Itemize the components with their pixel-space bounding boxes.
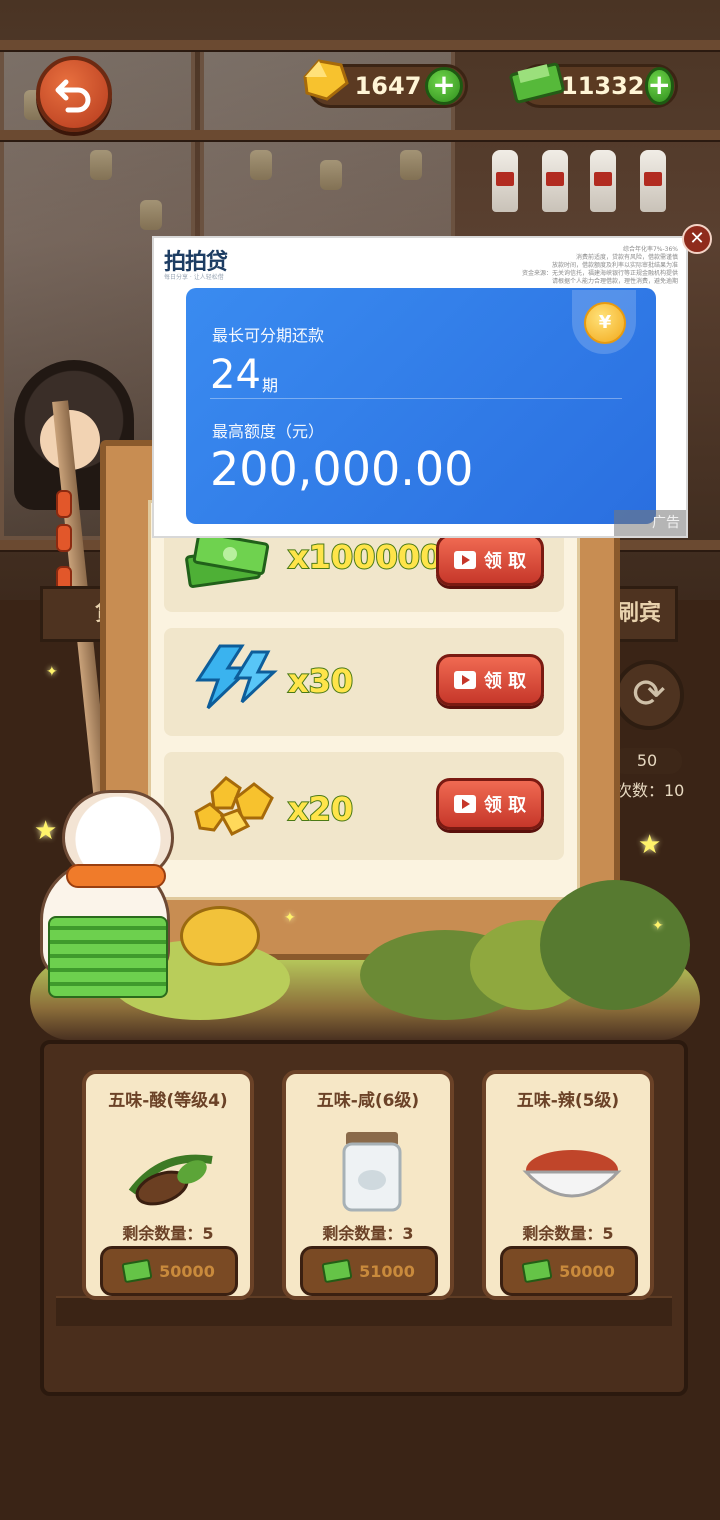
video-play-icon xyxy=(453,671,476,689)
lantern xyxy=(56,490,72,518)
side-times: 次数：10 xyxy=(616,781,685,800)
cash-stack-icon xyxy=(509,62,565,104)
ad-installments-unit: 期 xyxy=(262,376,279,395)
bottom-background xyxy=(0,1400,720,1520)
sparkle-icon: ★ xyxy=(34,816,58,846)
gold-nuggets-icon xyxy=(194,776,274,836)
video-play-icon xyxy=(453,551,476,569)
claim-button[interactable]: 领 取 xyxy=(436,654,544,706)
bush xyxy=(540,880,690,1010)
lightning-icon xyxy=(195,644,278,710)
cash-icon xyxy=(321,1258,353,1284)
reward-quantity: x100000 xyxy=(287,537,443,577)
ingredient-title: 五味-咸(6级) xyxy=(316,1091,420,1111)
ad-card[interactable]: ¥ 最长可分期还款 24 期 最高额度（元） 200,000.00 xyxy=(186,288,656,524)
ingredient-title: 五味-辣(5级) xyxy=(516,1091,620,1111)
price-label: 50000 xyxy=(159,1261,215,1281)
lucky-cat-collar xyxy=(66,864,166,888)
video-play-icon xyxy=(453,795,476,813)
side-count-value: 50 xyxy=(636,751,658,770)
claim-label: 领 取 xyxy=(483,671,527,692)
jar xyxy=(320,160,342,190)
gold-gem-icon xyxy=(303,59,349,101)
buy-button[interactable]: 50000 xyxy=(100,1246,238,1296)
ingredient-card[interactable]: 五味-辣(5级) 剩余数量：5 50000 xyxy=(482,1070,654,1300)
ad-disclaimer: 综合年化率7%-36% 消费前适度，贷款有风险，借款需谨慎 放款时间，借款额度及… xyxy=(521,246,678,285)
tamarind-icon xyxy=(128,1154,213,1206)
sparkle-icon: ★ xyxy=(638,830,662,860)
yuan-coin-icon: ¥ xyxy=(584,302,626,344)
ingredient-remaining: 剩余数量：5 xyxy=(122,1224,214,1243)
lantern xyxy=(56,524,72,552)
jar xyxy=(140,200,162,230)
ingredient-title: 五味-酸(等级4) xyxy=(108,1091,228,1111)
buy-button[interactable]: 51000 xyxy=(300,1246,438,1296)
bottle xyxy=(542,150,568,212)
shelf xyxy=(0,130,720,140)
ad-installment-label: 最长可分期还款 xyxy=(212,326,325,345)
loan-ad-banner[interactable]: 拍拍贷 每日分享 · 让人轻松借 综合年化率7%-36% 消费前适度，贷款有风险… xyxy=(152,236,688,538)
sparkle-icon: ✦ xyxy=(652,918,664,934)
claim-button[interactable]: 领 取 xyxy=(436,778,544,830)
bottle xyxy=(640,150,666,212)
add-cash-button[interactable]: + xyxy=(644,67,674,105)
cash-icon xyxy=(121,1258,153,1284)
reward-row: x30 领 取 xyxy=(164,628,564,736)
ingredient-remaining: 剩余数量：3 xyxy=(322,1224,414,1243)
ingredient-remaining: 剩余数量：5 xyxy=(522,1224,614,1243)
claim-label: 领 取 xyxy=(483,795,527,816)
ad-amount-label: 最高额度（元） xyxy=(212,422,325,441)
shop-shelf xyxy=(56,1296,672,1326)
money-pile xyxy=(48,916,168,998)
ad-divider xyxy=(210,398,622,399)
close-icon: ✕ xyxy=(689,228,705,249)
reward-quantity: x30 xyxy=(287,661,354,701)
reward-row: x20 领 取 xyxy=(164,752,564,860)
buy-button[interactable]: 50000 xyxy=(500,1246,638,1296)
ad-tag-label: 广告 xyxy=(652,515,680,531)
gold-pile xyxy=(180,906,260,966)
cash-icon xyxy=(521,1258,553,1284)
sparkle-icon: ✦ xyxy=(284,910,296,926)
jar xyxy=(250,150,272,180)
jar xyxy=(400,150,422,180)
shelf xyxy=(0,40,720,50)
claim-button[interactable]: 领 取 xyxy=(436,534,544,586)
ad-amount: 200,000.00 xyxy=(210,442,474,496)
reward-quantity: x20 xyxy=(287,789,354,829)
refresh-button[interactable]: ⟳ xyxy=(614,660,684,730)
jar xyxy=(90,150,112,180)
cash-stack-icon xyxy=(185,531,270,588)
back-arrow-icon xyxy=(55,79,91,113)
chili-powder-icon xyxy=(522,1150,622,1198)
refresh-icon: ⟳ xyxy=(632,671,666,717)
price-label: 50000 xyxy=(559,1261,615,1281)
bottle xyxy=(492,150,518,212)
ad-installments: 24 xyxy=(210,352,261,398)
claim-label: 领 取 xyxy=(483,551,527,572)
side-tab-right-label: 刷宾 xyxy=(617,601,662,626)
add-gems-button[interactable]: + xyxy=(425,67,463,105)
bottle xyxy=(590,150,616,212)
gem-counter: 1647 + xyxy=(303,59,468,108)
ad-tag: 广告 xyxy=(614,510,686,536)
ad-brand-sub: 每日分享 · 让人轻松借 xyxy=(164,274,224,281)
sparkle-icon: ✦ xyxy=(46,664,58,680)
ad-close-button[interactable]: ✕ xyxy=(682,224,712,254)
cash-counter: 11332 + xyxy=(509,62,678,108)
ingredient-card[interactable]: 五味-酸(等级4) 剩余数量：5 50000 xyxy=(82,1070,254,1300)
price-label: 51000 xyxy=(359,1261,415,1281)
ingredient-card[interactable]: 五味-咸(6级) 剩余数量：3 51000 xyxy=(282,1070,454,1300)
salt-jar-icon xyxy=(342,1132,402,1212)
back-button[interactable] xyxy=(36,56,112,132)
side-count: 50 xyxy=(612,748,682,774)
